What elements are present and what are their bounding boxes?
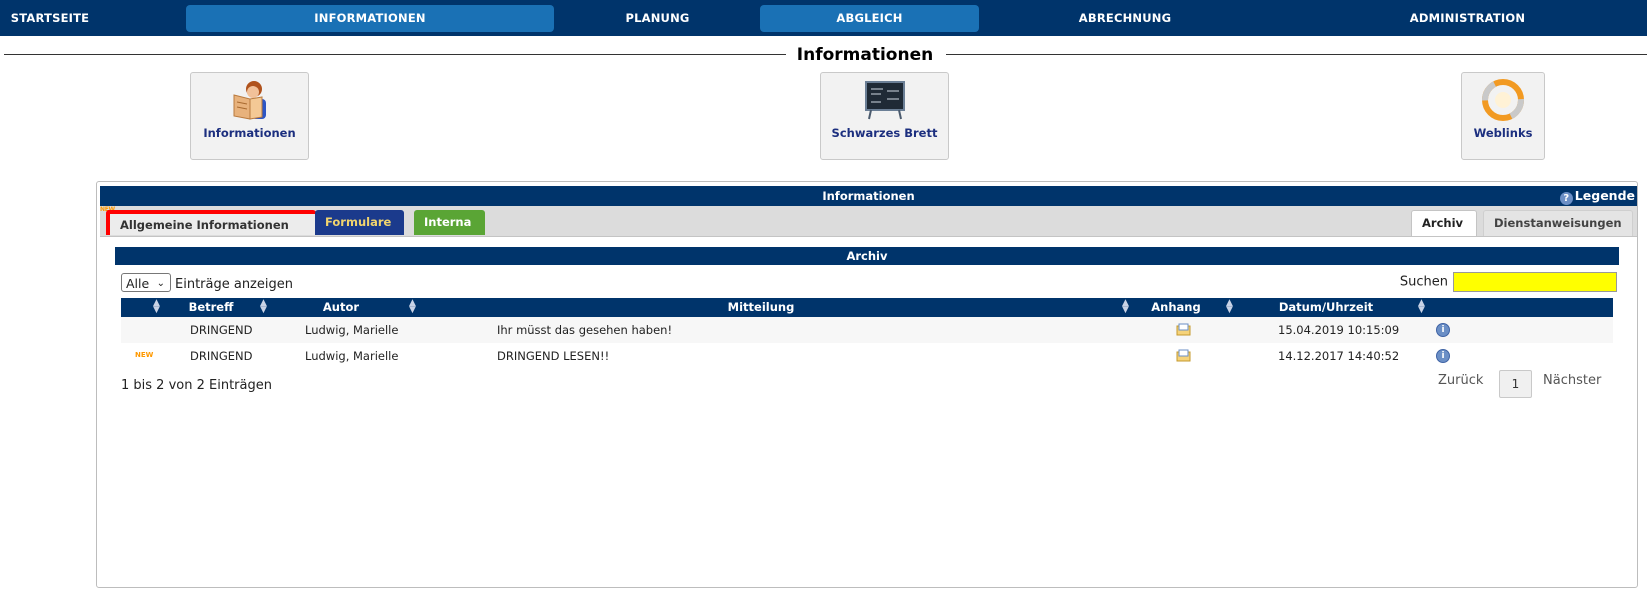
tab-interna[interactable]: Interna — [414, 210, 485, 235]
cell-autor: Ludwig, Marielle — [305, 323, 399, 337]
col-datum-uhrzeit[interactable]: Datum/Uhrzeit — [1271, 298, 1381, 317]
newspaper-reader-icon — [233, 81, 266, 120]
nav-administration[interactable]: ADMINISTRATION — [1380, 5, 1555, 32]
legend-label: Legende — [1574, 188, 1635, 203]
nav-abgleich[interactable]: ABGLEICH — [760, 5, 979, 32]
attachment-icon[interactable] — [1176, 349, 1191, 362]
tile-informationen-label: Informationen — [203, 126, 296, 140]
title-rule-right — [946, 54, 1647, 55]
tile-weblinks[interactable]: Weblinks — [1461, 72, 1545, 160]
title-rule-left — [4, 54, 786, 55]
table-row[interactable]: NEW DRINGEND Ludwig, Marielle DRINGEND L… — [121, 343, 1613, 369]
search-control: Suchen — [1400, 272, 1617, 292]
sort-arrows-icon[interactable]: ▲ ▼ — [260, 299, 267, 315]
tile-weblinks-label: Weblinks — [1473, 126, 1533, 140]
page-length-value: Alle — [126, 276, 150, 291]
nav-abrechnung[interactable]: ABRECHNUNG — [1050, 5, 1200, 32]
tab-dienstanweisungen[interactable]: Dienstanweisungen — [1483, 210, 1633, 236]
table-row[interactable]: DRINGEND Ludwig, Marielle Ihr müsst das … — [121, 317, 1613, 343]
cell-mitteilung: Ihr müsst das gesehen haben! — [497, 323, 673, 337]
weblinks-icon — [1482, 79, 1524, 121]
top-nav: STARTSEITE INFORMATIONEN PLANUNG ABGLEIC… — [0, 0, 1647, 36]
page-length-control: Alle ⌄ Einträge anzeigen — [121, 273, 293, 292]
cell-autor: Ludwig, Marielle — [305, 349, 399, 363]
tile-schwarzes-brett[interactable]: Schwarzes Brett — [820, 72, 949, 160]
sort-arrows-icon[interactable]: ▲ ▼ — [1418, 299, 1425, 315]
page-title: Informationen — [796, 45, 934, 65]
attachment-icon[interactable] — [1176, 323, 1191, 336]
search-label: Suchen — [1399, 274, 1448, 290]
col-mitteilung[interactable]: Mitteilung — [701, 298, 821, 317]
tab-archiv[interactable]: Archiv — [1411, 210, 1477, 236]
tab-formulare[interactable]: Formulare — [315, 210, 404, 235]
pager-next[interactable]: Nächster — [1543, 373, 1601, 388]
col-autor[interactable]: Autor — [311, 298, 371, 317]
info-icon[interactable]: i — [1436, 349, 1450, 363]
chevron-down-icon: ⌄ — [156, 278, 165, 289]
sort-arrows-icon[interactable]: ▲ ▼ — [1122, 299, 1129, 315]
cell-betreff: DRINGEND — [190, 349, 253, 363]
tab-allgemeine-informationen[interactable]: Allgemeine Informationen — [106, 210, 316, 235]
new-badge: NEW — [135, 351, 154, 359]
sort-arrows-icon[interactable]: ▲ ▼ — [409, 299, 416, 315]
page-length-label: Einträge anzeigen — [175, 277, 293, 292]
search-input[interactable] — [1453, 272, 1617, 292]
legend-link[interactable]: ? Legende — [1559, 186, 1635, 206]
info-icon[interactable]: i — [1436, 323, 1450, 337]
pager-page-1[interactable]: 1 — [1499, 370, 1532, 398]
cell-mitteilung: DRINGEND LESEN!! — [497, 349, 610, 363]
sort-arrows-icon[interactable]: ▲ ▼ — [153, 299, 160, 315]
cell-datum: 15.04.2019 10:15:09 — [1278, 323, 1400, 337]
table-info: 1 bis 2 von 2 Einträgen — [121, 378, 272, 393]
pager-prev[interactable]: Zurück — [1438, 373, 1483, 388]
nav-informationen[interactable]: INFORMATIONEN — [186, 5, 554, 32]
tile-schwarzes-brett-label: Schwarzes Brett — [831, 126, 938, 140]
info-panel: Informationen ?Legende NEW Allgemeine In… — [96, 181, 1638, 588]
col-betreff[interactable]: Betreff — [181, 298, 241, 317]
table-header: ▲ ▼ Betreff ▲ ▼ Autor ▲ ▼ Mitteilung ▲ ▼ Anh… — [121, 298, 1613, 317]
panel-title: Informationen — [822, 189, 915, 203]
cell-betreff: DRINGEND — [190, 323, 253, 337]
cell-datum: 14.12.2017 14:40:52 — [1278, 349, 1400, 363]
blackboard-icon — [864, 81, 905, 120]
col-anhang[interactable]: Anhang — [1141, 298, 1211, 317]
page-length-select[interactable]: Alle ⌄ — [121, 273, 171, 292]
sort-arrows-icon[interactable]: ▲ ▼ — [1226, 299, 1233, 315]
tab-bar: NEW Allgemeine Informationen Formulare I… — [100, 206, 1637, 237]
panel-header: Informationen ? Legende — [100, 186, 1637, 206]
archive-heading: Archiv — [115, 247, 1619, 265]
nav-startseite[interactable]: STARTSEITE — [0, 5, 100, 32]
help-icon: ? — [1559, 192, 1573, 205]
nav-planung[interactable]: PLANUNG — [600, 5, 715, 32]
tile-informationen[interactable]: Informationen — [190, 72, 309, 160]
